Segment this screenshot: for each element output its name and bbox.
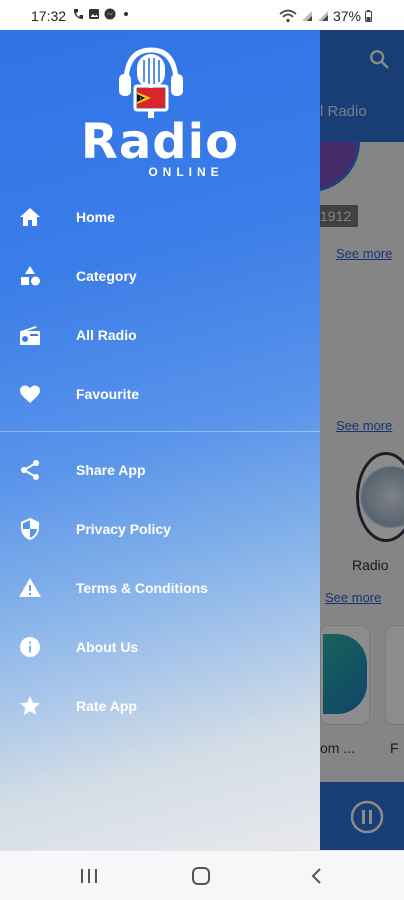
status-bar: 17:32 37% <box>0 0 404 30</box>
menu-item-rate-app[interactable]: Rate App <box>0 676 320 735</box>
system-navigation-bar <box>0 850 404 900</box>
menu-item-about-us[interactable]: About Us <box>0 617 320 676</box>
menu-item-all-radio[interactable]: All Radio <box>0 305 320 364</box>
menu-item-label: Favourite <box>76 386 140 402</box>
drawer-menu: Home Category All Radio Favourite Share … <box>0 187 320 735</box>
category-icon <box>21 266 40 286</box>
warning-icon <box>19 578 41 597</box>
heart-icon <box>20 385 40 403</box>
app-logo-subtitle: ONLINE <box>148 165 224 179</box>
home-button-icon[interactable] <box>189 866 213 886</box>
share-icon <box>21 460 39 480</box>
app-logo-title: Radio <box>80 114 240 170</box>
call-forward-icon <box>74 9 83 19</box>
menu-item-label: Home <box>76 209 115 225</box>
menu-item-share-app[interactable]: Share App <box>0 440 320 499</box>
menu-item-privacy-policy[interactable]: Privacy Policy <box>0 499 320 558</box>
menu-item-category[interactable]: Category <box>0 246 320 305</box>
info-icon <box>20 637 40 657</box>
menu-item-label: Share App <box>76 462 146 478</box>
drawer-header: Radio ONLINE <box>0 30 320 190</box>
signal-icon <box>317 11 328 21</box>
home-icon <box>20 208 40 226</box>
star-icon <box>20 696 40 715</box>
menu-item-label: All Radio <box>76 327 137 343</box>
back-icon[interactable] <box>305 866 329 886</box>
status-time: 17:32 <box>31 8 67 24</box>
menu-item-favourite[interactable]: Favourite <box>0 364 320 423</box>
menu-divider <box>0 431 320 432</box>
menu-item-label: Rate App <box>76 698 137 714</box>
menu-item-label: Terms & Conditions <box>76 580 208 596</box>
menu-item-label: Category <box>76 268 137 284</box>
wifi-icon <box>279 9 297 23</box>
gallery-icon <box>89 9 99 19</box>
battery-percent: 37% <box>332 8 361 24</box>
navigation-drawer: Radio ONLINE Home Category All Radio Fav… <box>0 30 320 850</box>
drawer-scrim[interactable] <box>320 0 404 850</box>
recent-apps-icon[interactable] <box>77 866 101 886</box>
shield-icon <box>21 518 39 540</box>
menu-item-terms[interactable]: Terms & Conditions <box>0 558 320 617</box>
menu-item-label: Privacy Policy <box>76 521 171 537</box>
battery-icon <box>365 10 372 22</box>
radio-icon <box>20 326 40 345</box>
menu-item-home[interactable]: Home <box>0 187 320 246</box>
signal-icon <box>301 11 312 21</box>
messenger-icon <box>104 8 116 20</box>
dot-icon <box>124 12 128 16</box>
menu-item-label: About Us <box>76 639 139 655</box>
